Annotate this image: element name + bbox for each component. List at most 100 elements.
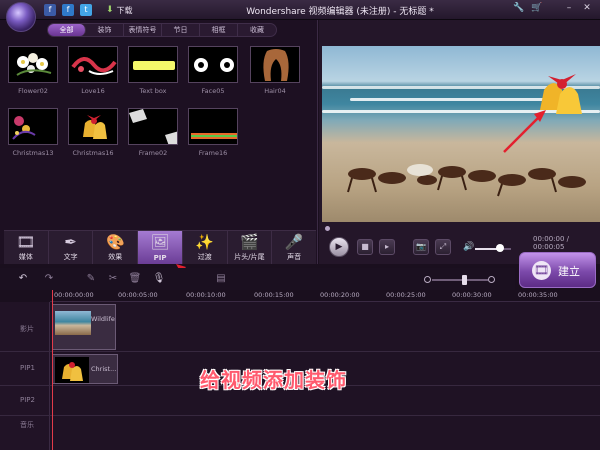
undo-icon[interactable]: ↶ [16,272,30,286]
tool-tab-label: PIP [153,254,167,262]
library-item-christmas16[interactable] [68,108,118,145]
clapper-icon: 🎬 [240,233,259,251]
tool-tab-sound[interactable]: 🎤 声音 [272,231,316,264]
track-label: PIP1 [20,364,35,372]
video-clip[interactable]: Wildlife [52,304,116,350]
tab-favorites[interactable]: 收藏 [238,24,276,36]
tab-all[interactable]: 全部 [48,24,86,36]
delete-icon[interactable]: 🗑 [128,272,142,286]
fullscreen-button[interactable]: ⤢ [435,239,451,255]
minimize-icon[interactable]: – [562,3,576,13]
ruler-tick-label: 00:00:00:00 [54,291,94,299]
library-item-flower02[interactable] [8,46,58,83]
tab-decoration[interactable]: 装饰 [86,24,124,36]
store-icon[interactable]: 🛒 [530,3,544,13]
library-item-label: Frame02 [138,149,168,157]
cut-icon[interactable]: ✂ [106,272,120,286]
tool-tab-label: 过渡 [197,253,212,261]
library-item-christmas13[interactable] [8,108,58,145]
stop-button[interactable]: ■ [357,239,373,255]
library-item-hair04[interactable] [250,46,300,83]
christmas-thumbnail-icon [12,116,36,140]
category-tabs: 全部 装饰 表情符号 节日 相框 收藏 [47,23,277,37]
tool-tab-pip[interactable]: 🖼 PIP [138,231,183,264]
library-item-label: Frame16 [198,149,228,157]
frame02-thumbnail-icon [129,109,177,144]
edit-icon[interactable]: ✎ [84,272,98,286]
volume-slider[interactable] [475,248,511,250]
tool-tab-text[interactable]: ✒ 文字 [49,231,94,264]
ruler-tick-label: 00:00:05:00 [118,291,158,299]
tab-frame[interactable]: 相框 [200,24,238,36]
library-item-frame16[interactable] [188,108,238,145]
download-link[interactable]: ⬇ 下载 [106,3,133,17]
bells-thumbnail-icon [83,115,107,139]
microphone-icon: 🎤 [284,233,304,251]
annotation-caption: 给视频添加装饰 [200,368,347,392]
tool-tab-label: 声音 [287,253,302,261]
tool-tab-media[interactable]: 🎞 媒体 [4,231,49,264]
timecode: 00:00:00 / 00:00:05 [533,235,570,251]
hair-thumbnail-icon [263,49,289,81]
timeline-ruler[interactable]: 00:00:00:00 00:00:05:00 00:00:10:00 00:0… [50,290,600,302]
tool-tab-label: 媒体 [18,253,33,261]
close-icon[interactable]: ✕ [580,3,594,13]
tool-tab-effects[interactable]: 🎨 效果 [93,231,139,264]
record-voice-icon[interactable]: 🎙 [152,272,166,286]
track-label: 影片 [20,325,34,333]
tool-tab-label: 文字 [63,253,78,261]
face-thumbnail-icon [194,58,234,72]
volume-knob[interactable] [496,244,505,252]
film-reel-icon: 🎞 [532,261,551,280]
library-panel: 全部 装饰 表情符号 节日 相框 收藏 Flower02 Love16 Text… [0,20,318,287]
playhead[interactable] [52,290,53,450]
video-preview[interactable] [322,46,600,222]
track-label: 音乐 [20,421,34,429]
play-button[interactable]: ▶ [329,237,349,257]
timeline-zoom-knob[interactable] [462,275,467,285]
tab-holiday[interactable]: 节日 [162,24,200,36]
ruler-tick-label: 00:00:25:00 [386,291,426,299]
pip-clip-label: Christ... [91,365,117,373]
window-title: Wondershare 视频编辑器 (未注册) - 无标题 * [246,7,434,17]
redo-icon[interactable]: ↷ [42,272,56,286]
app-logo [6,2,36,32]
ruler-tick-label: 00:00:15:00 [254,291,294,299]
zoom-out-icon[interactable] [424,276,431,283]
library-item-label: Text box [139,87,167,95]
tool-tab-transitions[interactable]: ✨ 过渡 [183,231,228,264]
next-frame-button[interactable]: ▸ [379,239,395,255]
preview-panel: ▶ ■ ▸ 📷 ⤢ 🔊 00:00:00 / 00:00:05 [319,20,600,264]
settings-icon[interactable]: 🔧 [512,3,526,13]
snapshot-button[interactable]: 📷 [413,239,429,255]
ruler-tick-label: 00:00:35:00 [518,291,558,299]
split-screen-icon[interactable]: ▤ [214,272,228,286]
media-icon: 🎞 [16,233,36,251]
social-icon[interactable]: f [44,4,56,16]
library-item-love16[interactable] [68,46,118,83]
pip-clip[interactable]: Christ... [52,354,118,384]
ruler-tick-label: 00:00:20:00 [320,291,360,299]
pip-icon: 🖼 [150,233,170,251]
zoom-in-icon[interactable] [488,276,495,283]
timeline-zoom-slider[interactable] [432,279,488,281]
tool-tab-intro-credits[interactable]: 🎬 片头/片尾 [228,231,273,264]
twitter-icon[interactable]: t [80,4,92,16]
facebook-icon[interactable]: f [62,4,74,16]
tab-emoji[interactable]: 表情符号 [124,24,162,36]
build-button-label: 建立 [558,265,580,278]
library-item-frame02[interactable] [128,108,178,145]
ruler-tick-label: 00:00:10:00 [186,291,226,299]
build-button[interactable]: 🎞 建立 [519,252,596,288]
download-label: 下载 [116,5,133,15]
library-item-face05[interactable] [188,46,238,83]
tool-tabs: 🎞 媒体 ✒ 文字 🎨 效果 🖼 PIP ✨ 过渡 🎬 片头/片尾 🎤 声音 [4,230,316,264]
playback-progress-knob[interactable] [325,226,330,231]
library-item-textbox[interactable] [128,46,178,83]
palette-icon: 🎨 [105,233,125,251]
horses-scene [347,74,586,197]
volume-icon[interactable]: 🔊 [463,242,474,252]
tool-tab-label: 效果 [108,253,123,261]
video-clip-thumbnail [55,311,91,335]
library-item-label: Face05 [201,87,225,95]
